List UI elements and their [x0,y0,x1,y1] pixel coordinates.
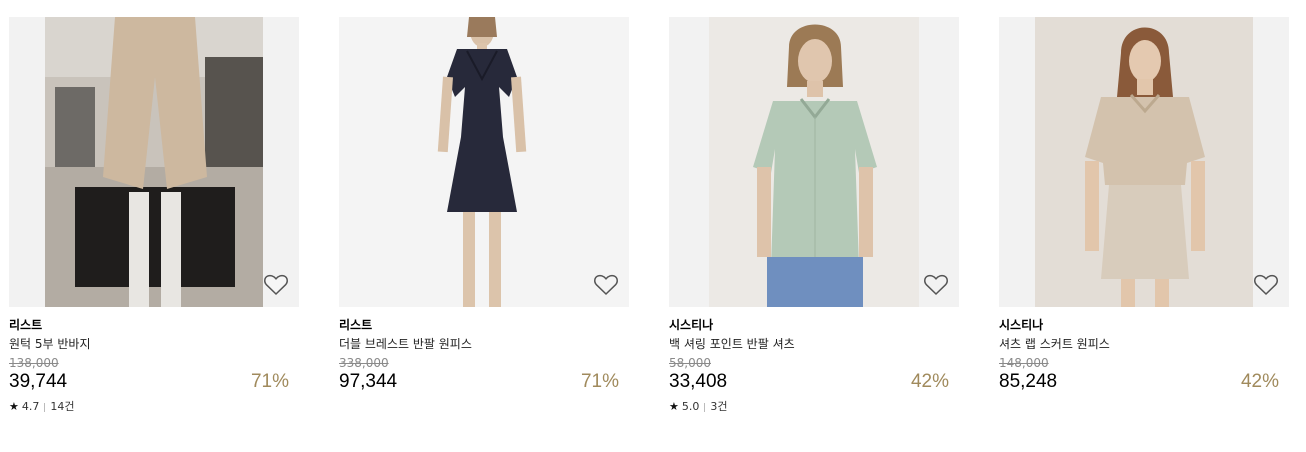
heart-outline-icon[interactable] [1253,273,1279,297]
product-card[interactable]: 리스트 원턱 5부 반바지 138,000 39,744 71% ★ 4.7 1… [9,17,299,414]
sale-price: 33,408 [669,371,728,392]
product-brand[interactable]: 시스티나 [669,317,959,333]
original-price: 338,000 [339,356,389,370]
product-name[interactable]: 백 셔링 포인트 반팔 셔츠 [669,336,959,352]
divider [704,402,706,412]
product-card[interactable]: 리스트 더블 브레스트 반팔 원피스 338,000 97,344 71% [339,17,629,394]
rating-value: 5.0 [681,400,700,413]
product-photo[interactable] [1035,17,1253,307]
heart-outline-icon[interactable] [263,273,289,297]
price-row: 85,248 42% [999,370,1289,394]
heart-outline-icon[interactable] [593,273,619,297]
price-row: 39,744 71% [9,370,299,394]
star-icon: ★ [9,400,19,413]
sale-price: 97,344 [339,371,398,392]
discount-rate: 42% [910,371,949,392]
product-photo[interactable] [45,17,263,307]
original-price: 58,000 [669,356,711,370]
review-count: 14건 [50,400,75,413]
price-row: 97,344 71% [339,370,629,394]
sale-price: 85,248 [999,371,1058,392]
product-card[interactable]: 시스티나 셔츠 랩 스커트 원피스 148,000 85,248 42% [999,17,1289,394]
heart-outline-icon[interactable] [923,273,949,297]
rating-row: ★ 5.0 3건 [669,400,959,414]
product-grid: 리스트 원턱 5부 반바지 138,000 39,744 71% ★ 4.7 1… [0,0,1306,452]
divider [44,402,46,412]
product-image-area[interactable] [669,17,959,307]
product-photo[interactable] [709,17,919,307]
product-brand[interactable]: 리스트 [9,317,299,333]
discount-rate: 71% [250,371,289,392]
review-count: 3건 [710,400,728,413]
price-row: 33,408 42% [669,370,959,394]
star-icon: ★ [669,400,679,413]
product-image-area[interactable] [9,17,299,307]
product-name[interactable]: 더블 브레스트 반팔 원피스 [339,336,629,352]
discount-rate: 42% [1240,371,1279,392]
product-brand[interactable]: 리스트 [339,317,629,333]
product-name[interactable]: 원턱 5부 반바지 [9,336,299,352]
rating-value: 4.7 [21,400,40,413]
original-price: 138,000 [9,356,59,370]
sale-price: 39,744 [9,371,68,392]
discount-rate: 71% [580,371,619,392]
product-photo[interactable] [339,17,629,307]
original-price: 148,000 [999,356,1049,370]
product-brand[interactable]: 시스티나 [999,317,1289,333]
product-name[interactable]: 셔츠 랩 스커트 원피스 [999,336,1289,352]
rating-row: ★ 4.7 14건 [9,400,299,414]
product-image-area[interactable] [339,17,629,307]
product-image-area[interactable] [999,17,1289,307]
product-card[interactable]: 시스티나 백 셔링 포인트 반팔 셔츠 58,000 33,408 42% ★ … [669,17,959,414]
